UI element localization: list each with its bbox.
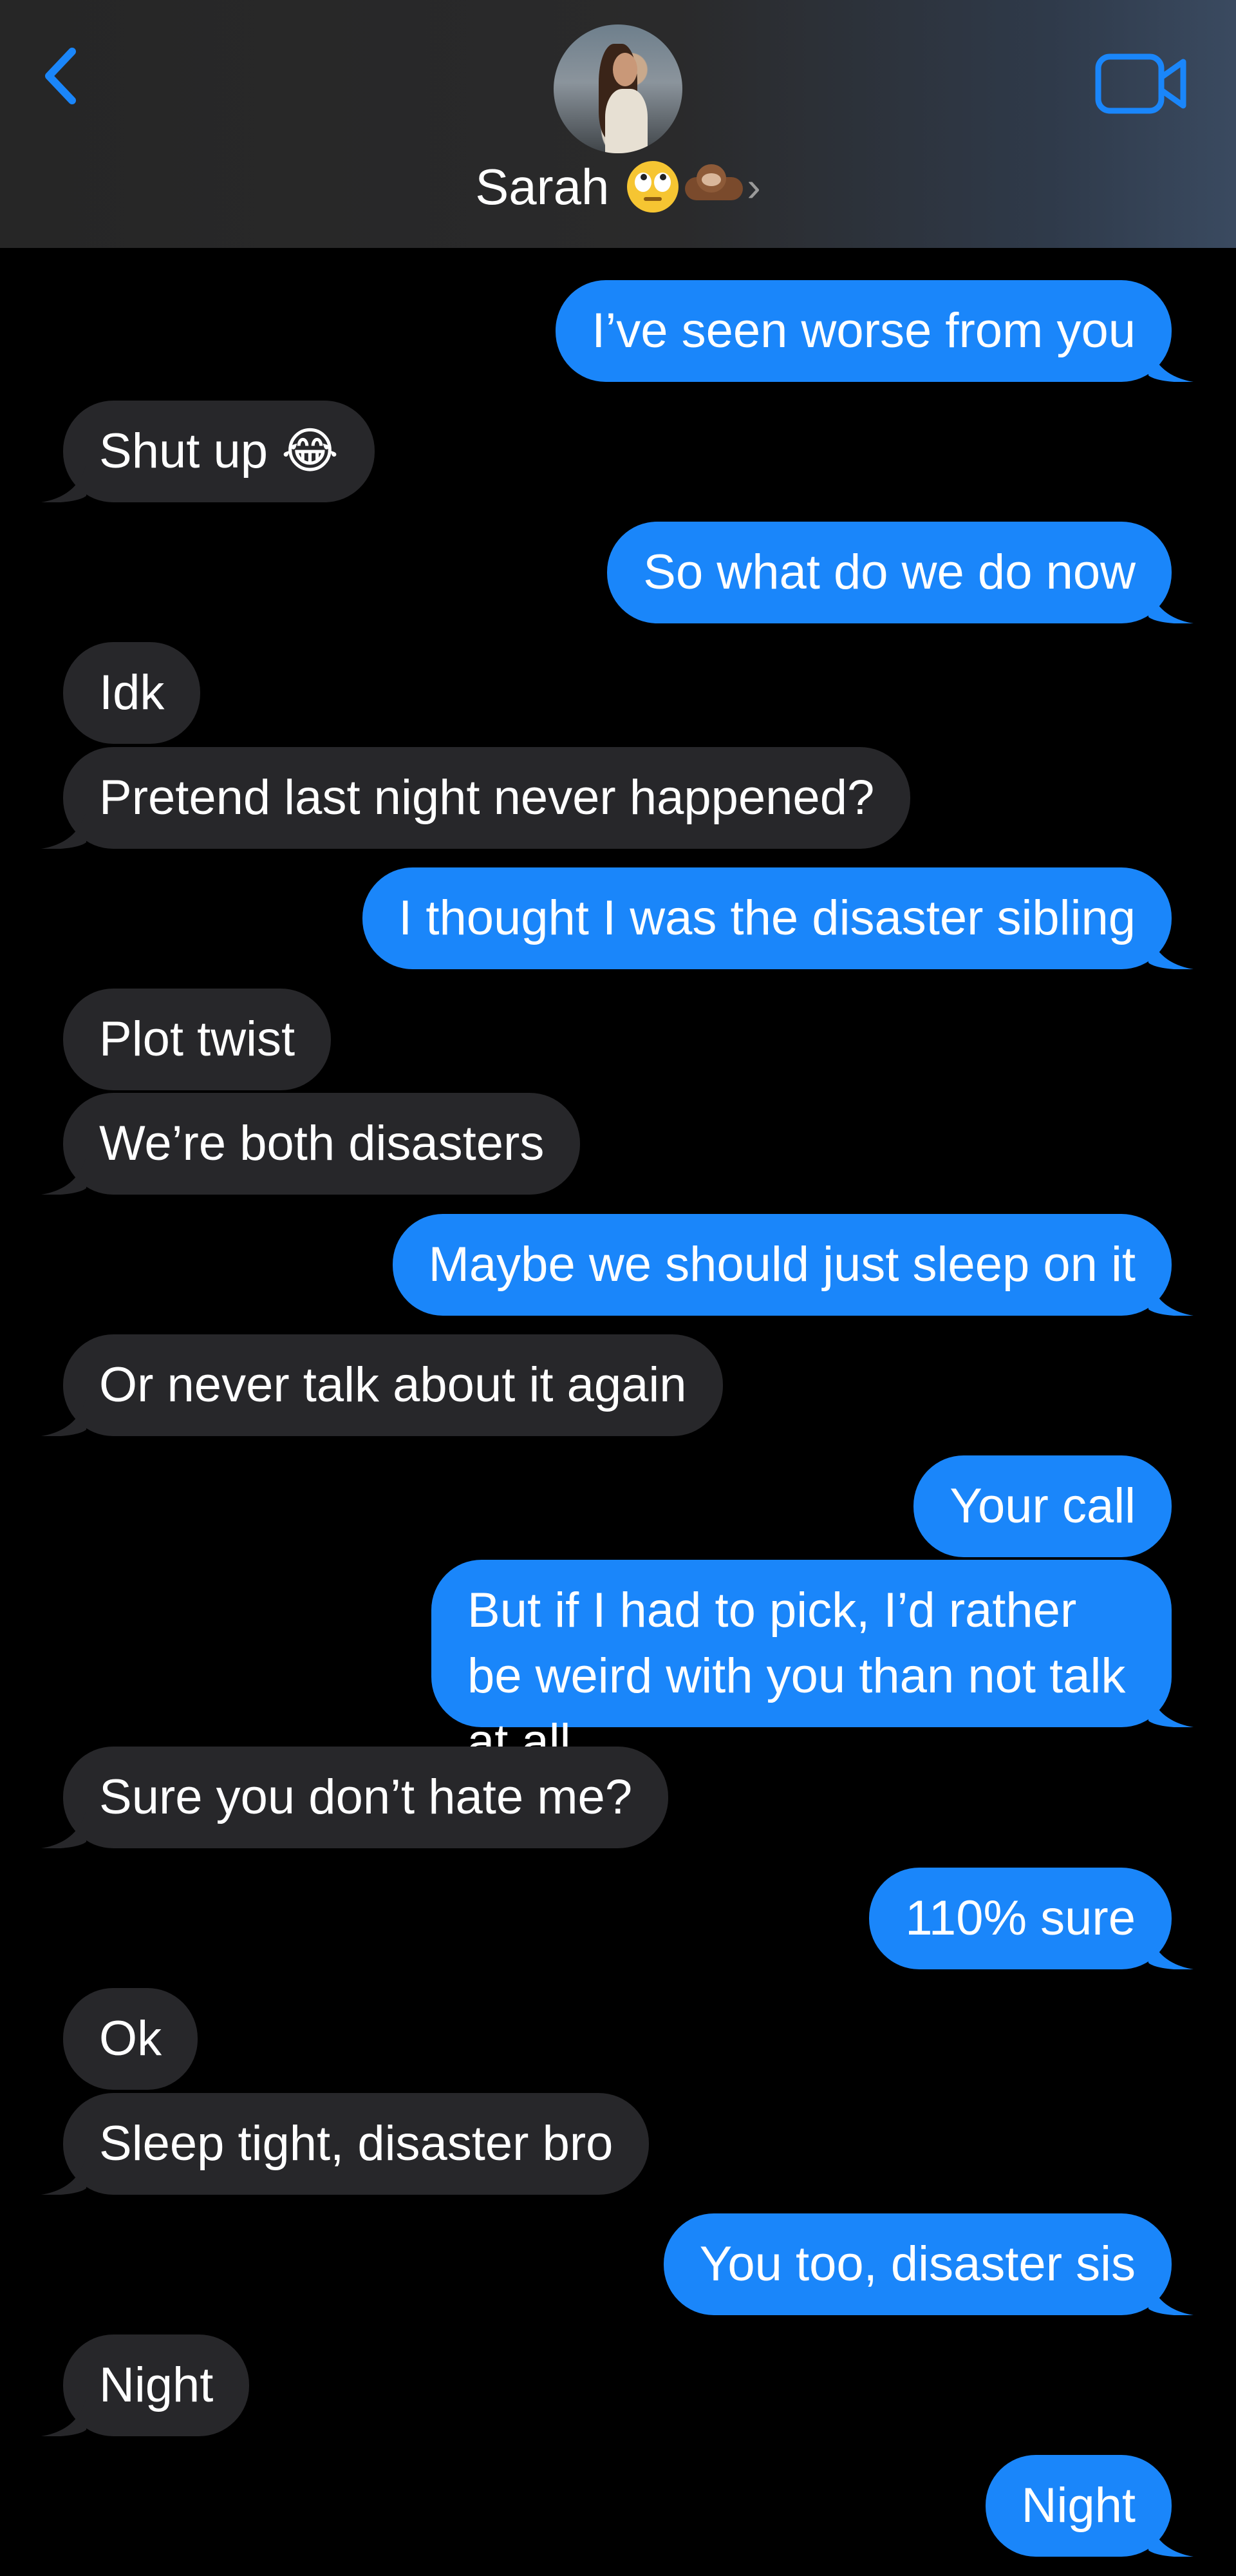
sent-message-bubble[interactable]: So what do we do now [607,522,1172,623]
sent-message-bubble[interactable]: 110% sure [869,1868,1172,1969]
contact-name-row[interactable]: Sarah › [0,155,1236,219]
video-camera-icon [1095,53,1186,114]
received-message-bubble[interactable]: We’re both disasters [63,1093,581,1195]
received-message-bubble[interactable]: Plot twist [63,989,332,1090]
sent-message-bubble[interactable]: Your call [913,1455,1172,1557]
sent-message-bubble[interactable]: Night [985,2455,1172,2557]
received-message-bubble[interactable]: Sure you don’t hate me? [63,1747,669,1848]
avatar-photo-face [613,53,637,86]
chevron-left-icon [45,48,76,104]
sent-message-bubble[interactable]: I thought I was the disaster sibling [362,867,1172,969]
received-message-bubble[interactable]: Pretend last night never happened? [63,747,911,849]
avatar-photo-body [605,89,648,153]
received-message-bubble[interactable]: Night [63,2334,250,2436]
contact-avatar[interactable] [554,24,682,153]
sent-message-bubble[interactable]: I’ve seen worse from you [556,280,1172,382]
sent-message-bubble[interactable]: Maybe we should just sleep on it [392,1214,1172,1316]
received-message-bubble[interactable]: Shut up 😂 [63,401,375,502]
contact-name: Sarah [475,158,610,215]
chevron-right-icon: › [747,164,761,210]
received-message-bubble[interactable]: Ok [63,1988,198,2090]
conversation-header: Sarah › [0,0,1236,248]
back-button[interactable] [40,44,91,108]
sent-message-bubble[interactable]: But if I had to pick, I’d rather be weir… [431,1560,1172,1769]
sent-message-bubble[interactable]: You too, disaster sis [663,2213,1172,2315]
rolling-eyes-emoji-icon [627,161,679,213]
video-call-button[interactable] [1094,52,1188,116]
otter-emoji-icon [685,164,744,209]
received-message-bubble[interactable]: Idk [63,642,201,744]
received-message-bubble[interactable]: Sleep tight, disaster bro [63,2093,650,2195]
received-message-bubble[interactable]: Or never talk about it again [63,1334,723,1436]
